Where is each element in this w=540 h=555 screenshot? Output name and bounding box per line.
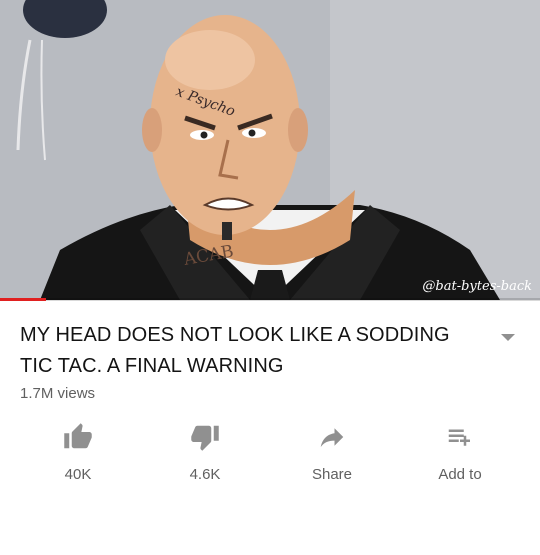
progress-fill [0,298,46,301]
share-button[interactable]: Share [277,418,387,488]
artist-watermark: @bat-bytes-back [422,279,532,294]
video-thumbnail-illustration: x Psycho ACAB [0,0,540,300]
share-label: Share [311,466,353,483]
like-button[interactable]: 40K [23,418,133,488]
playlist-add-icon [443,420,477,454]
video-player[interactable]: x Psycho ACAB @bat-bytes-back [0,0,540,300]
share-arrow-icon [315,420,349,454]
thumbs-up-icon [61,420,95,454]
dislike-count: 4.6K [189,466,221,483]
add-to-label: Add to [438,466,482,483]
dislike-button[interactable]: 4.6K [150,418,260,488]
expand-description-icon[interactable] [498,330,518,344]
like-count: 40K [64,466,92,483]
thumbs-down-icon [188,420,222,454]
video-title: MY HEAD DOES NOT LOOK LIKE A SODDING TIC… [20,324,450,377]
video-progress-bar[interactable] [0,298,540,301]
add-to-button[interactable]: Add to [405,418,515,488]
view-count: 1.7M views [20,385,96,402]
video-actions-bar: 40K 4.6K Share Add to [0,418,540,488]
